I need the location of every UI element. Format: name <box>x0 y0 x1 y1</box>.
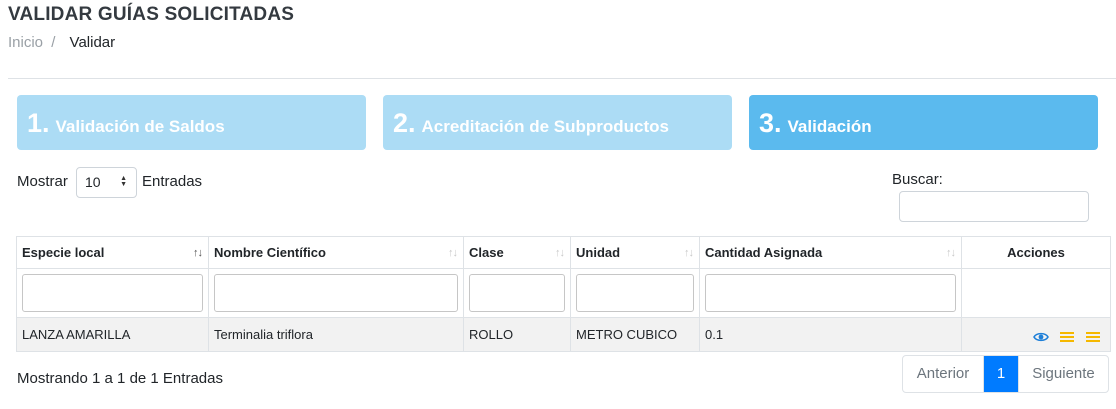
cell-cantidad-asignada: 0.1 <box>699 317 962 352</box>
step-number: 3. <box>759 108 782 138</box>
step-label: Validación de Saldos <box>55 116 225 136</box>
breadcrumb-current: Validar <box>69 34 116 51</box>
filter-cell <box>463 268 571 318</box>
column-header-unidad[interactable]: Unidad ↑↓ <box>570 236 700 269</box>
step-label: Acreditación de Subproductos <box>421 116 670 136</box>
filter-cell <box>16 268 209 318</box>
species-table: Especie local ↑↓ Nombre Científico ↑↓ Cl… <box>16 236 1111 352</box>
cell-clase: ROLLO <box>463 317 571 352</box>
cell-unidad: METRO CUBICO <box>570 317 700 352</box>
step-number: 2. <box>393 108 416 138</box>
column-header-especie-local[interactable]: Especie local ↑↓ <box>16 236 209 269</box>
filter-unidad-input[interactable] <box>576 274 694 312</box>
filter-cell <box>570 268 700 318</box>
cell-acciones <box>961 317 1111 352</box>
table-row: LANZA AMARILLA Terminalia triflora ROLLO… <box>16 317 1111 352</box>
step-1-validacion-saldos[interactable]: 1. Validación de Saldos <box>17 95 366 150</box>
sort-icon: ↑↓ <box>193 247 203 259</box>
filter-nombre-cientifico-input[interactable] <box>214 274 458 312</box>
sort-icon: ↑↓ <box>684 247 694 259</box>
column-label: Cantidad Asignada <box>705 245 823 260</box>
filter-clase-input[interactable] <box>469 274 565 312</box>
list-icon[interactable] <box>1086 331 1100 346</box>
column-label: Nombre Científico <box>214 245 326 260</box>
breadcrumb-separator: / <box>51 34 56 51</box>
sort-icon: ↑↓ <box>555 247 565 259</box>
filter-cell <box>699 268 962 318</box>
list-icon[interactable] <box>1060 331 1075 346</box>
breadcrumb-home-link[interactable]: Inicio <box>8 34 43 51</box>
page-size-value: 10 <box>85 174 101 190</box>
breadcrumb: Inicio / Validar <box>8 34 115 51</box>
filter-row <box>16 268 1111 318</box>
column-label: Acciones <box>1007 245 1065 260</box>
cell-especie-local: LANZA AMARILLA <box>16 317 209 352</box>
step-3-validacion[interactable]: 3. Validación <box>749 95 1098 150</box>
cell-nombre-cientifico: Terminalia triflora <box>208 317 464 352</box>
column-label: Especie local <box>22 245 105 260</box>
filter-cell-empty <box>961 268 1111 318</box>
step-label: Validación <box>787 116 872 136</box>
sort-icon: ↑↓ <box>448 247 458 259</box>
search-input[interactable] <box>899 191 1089 222</box>
previous-page-button[interactable]: Anterior <box>903 356 984 392</box>
filter-cell <box>208 268 464 318</box>
pagination: Anterior 1 Siguiente <box>902 355 1109 393</box>
select-arrows-icon: ▲ ▼ <box>120 175 127 188</box>
page-1-button[interactable]: 1 <box>984 356 1018 392</box>
step-2-acreditacion-subproductos[interactable]: 2. Acreditación de Subproductos <box>383 95 732 150</box>
next-page-button[interactable]: Siguiente <box>1018 356 1108 392</box>
divider <box>8 78 1116 79</box>
page-size-select[interactable]: 10 ▲ ▼ <box>76 167 137 198</box>
filter-especie-local-input[interactable] <box>22 274 203 312</box>
column-label: Clase <box>469 245 504 260</box>
filter-cantidad-asignada-input[interactable] <box>705 274 956 312</box>
page-title: VALIDAR GUÍAS SOLICITADAS <box>8 4 295 25</box>
column-label: Unidad <box>576 245 621 260</box>
entries-label: Entradas <box>142 173 203 190</box>
step-number: 1. <box>27 108 50 138</box>
column-header-acciones: Acciones <box>961 236 1111 269</box>
eye-icon[interactable] <box>1032 331 1049 346</box>
column-header-nombre-cientifico[interactable]: Nombre Científico ↑↓ <box>208 236 464 269</box>
column-header-cantidad-asignada[interactable]: Cantidad Asignada ↑↓ <box>699 236 962 269</box>
sort-icon: ↑↓ <box>946 247 956 259</box>
pagination-info: Mostrando 1 a 1 de 1 Entradas <box>17 370 223 387</box>
search-label: Buscar: <box>892 171 943 188</box>
show-label: Mostrar <box>17 173 68 190</box>
column-header-clase[interactable]: Clase ↑↓ <box>463 236 571 269</box>
